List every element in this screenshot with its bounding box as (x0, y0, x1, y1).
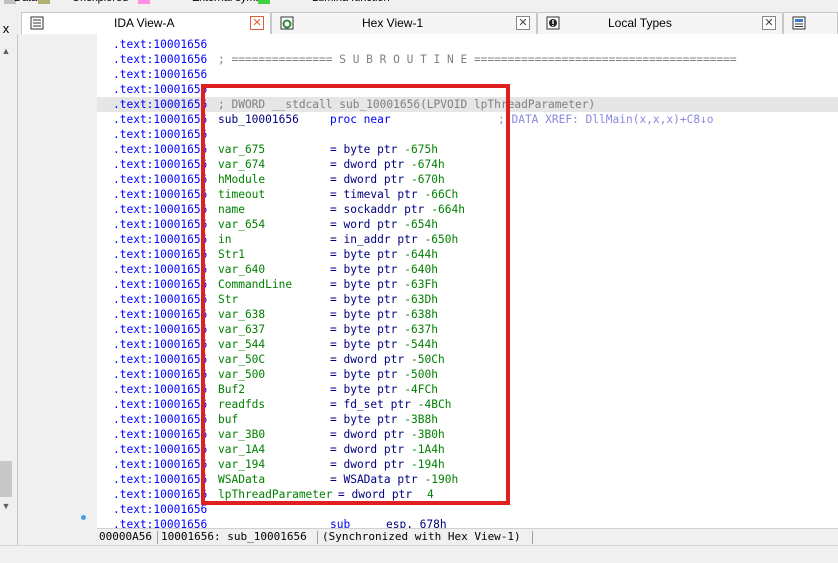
tab-hex-view-1[interactable]: Hex View-1 ✕ (271, 12, 537, 34)
tab-structures[interactable] (783, 12, 838, 34)
view-tab-bar: IDA View-A ✕ Hex View-1 ✕ Local Types ✕ (17, 6, 838, 34)
xref-comment: ; DATA XREF: DllMain(x,x,x)+C8↓o (498, 113, 714, 126)
listing-line[interactable]: .text:10001656 (97, 67, 838, 82)
scroll-down-icon[interactable]: ▼ (0, 501, 12, 511)
legend-swatch (38, 0, 50, 4)
execution-marker-icon (81, 515, 86, 520)
line-address: .text:10001656 (113, 38, 208, 51)
ida-view-icon (30, 16, 44, 30)
line-address: .text:10001656 (113, 323, 208, 336)
close-tab-icon[interactable]: ✕ (516, 16, 530, 30)
line-address: .text:10001656 (113, 248, 208, 261)
line-address: .text:10001656 (113, 203, 208, 216)
line-address: .text:10001656 (113, 443, 208, 456)
line-address: .text:10001656 (113, 158, 208, 171)
scroll-thumb[interactable] (0, 461, 12, 497)
status-location: 10001656: sub_10001656 (161, 530, 307, 543)
close-tab-icon[interactable]: ✕ (762, 16, 776, 30)
line-address: .text:10001656 (113, 188, 208, 201)
structures-icon (792, 16, 806, 30)
line-address: .text:10001656 (113, 458, 208, 471)
line-address: .text:10001656 (113, 413, 208, 426)
line-address: .text:10001656 (113, 518, 208, 528)
tab-label: Local Types (608, 16, 672, 30)
line-address: .text:10001656 (113, 53, 208, 66)
line-address: .text:10001656 (113, 308, 208, 321)
line-address: .text:10001656 (113, 488, 208, 501)
instruction-operands: esp, 678h (386, 518, 447, 528)
line-address: .text:10001656 (113, 353, 208, 366)
legend-label: Lumina function (312, 0, 390, 4)
tab-label: IDA View-A (114, 16, 175, 30)
line-address: .text:10001656 (113, 263, 208, 276)
line-address: .text:10001656 (113, 383, 208, 396)
local-types-icon (546, 16, 560, 30)
instruction-mnemonic: sub (330, 518, 351, 528)
left-scrollbar[interactable]: ▲ ▼ (0, 46, 12, 516)
listing-comment: ; =============== S U B R O U T I N E ==… (218, 53, 737, 66)
scroll-up-icon[interactable]: ▲ (0, 46, 12, 56)
close-panel-button[interactable]: x (0, 18, 12, 40)
line-address: .text:10001656 (113, 68, 208, 81)
line-address: .text:10001656 (113, 83, 208, 96)
close-tab-icon[interactable]: ✕ (250, 16, 264, 30)
line-address: .text:10001656 (113, 398, 208, 411)
line-address: .text:10001656 (113, 503, 208, 516)
listing-line[interactable]: .text:10001656 sub esp, 678h (97, 517, 838, 528)
legend-swatch (138, 0, 150, 4)
line-address: .text:10001656 (113, 293, 208, 306)
line-address: .text:10001656 (113, 278, 208, 291)
left-panel-strip: x ▲ ▼ (0, 6, 18, 546)
line-address: .text:10001656 (113, 173, 208, 186)
status-file-offset: 00000A56 (99, 530, 152, 543)
bottom-bar (0, 545, 838, 563)
red-highlight-annotation (201, 84, 510, 505)
tab-local-types[interactable]: Local Types ✕ (537, 12, 783, 34)
line-address: .text:10001656 (113, 473, 208, 486)
tab-label: Hex View-1 (362, 16, 424, 30)
line-address: .text:10001656 (113, 233, 208, 246)
line-address: .text:10001656 (113, 98, 208, 111)
line-address: .text:10001656 (113, 428, 208, 441)
hex-view-icon (280, 16, 294, 30)
legend-swatch (258, 0, 270, 4)
status-sync: (Synchronized with Hex View-1) (322, 530, 521, 543)
listing-line[interactable]: .text:10001656 (97, 37, 838, 52)
line-address: .text:10001656 (113, 218, 208, 231)
line-address: .text:10001656 (113, 368, 208, 381)
line-address: .text:10001656 (113, 113, 208, 126)
line-address: .text:10001656 (113, 128, 208, 141)
legend-label: Unexplored (72, 0, 128, 4)
tab-ida-view-a[interactable]: IDA View-A ✕ (21, 12, 271, 34)
listing-line[interactable]: .text:10001656 ; =============== S U B R … (97, 52, 838, 67)
line-address: .text:10001656 (113, 143, 208, 156)
legend-label: Data (14, 0, 37, 4)
listing-status-bar: 00000A56 10001656: sub_10001656 (Synchro… (97, 528, 838, 546)
line-address: .text:10001656 (113, 338, 208, 351)
